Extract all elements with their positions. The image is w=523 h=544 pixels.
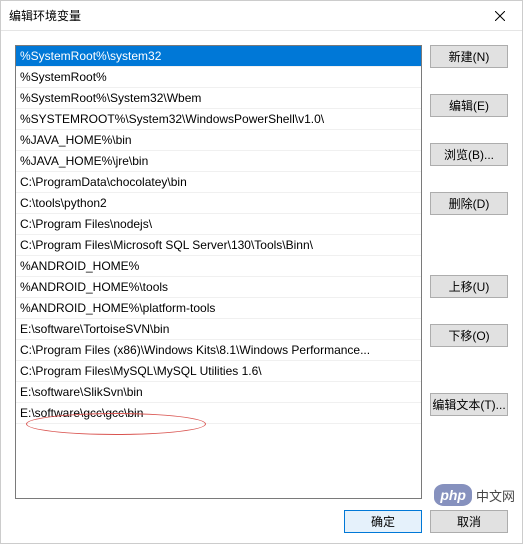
- browse-button[interactable]: 浏览(B)...: [430, 143, 508, 166]
- list-item[interactable]: E:\software\SlikSvn\bin: [16, 382, 421, 403]
- list-item[interactable]: C:\tools\python2: [16, 193, 421, 214]
- spacer: [430, 221, 508, 269]
- content-area: %SystemRoot%\system32 %SystemRoot% %Syst…: [1, 31, 522, 499]
- close-icon: [495, 11, 505, 21]
- spacer: [430, 74, 508, 88]
- button-sidebar: 新建(N) 编辑(E) 浏览(B)... 删除(D) 上移(U) 下移(O) 编…: [430, 45, 508, 499]
- list-item[interactable]: %SystemRoot%\system32: [16, 46, 421, 67]
- path-listbox[interactable]: %SystemRoot%\system32 %SystemRoot% %Syst…: [15, 45, 422, 499]
- list-item[interactable]: %SystemRoot%\System32\Wbem: [16, 88, 421, 109]
- list-item[interactable]: %SystemRoot%: [16, 67, 421, 88]
- dialog-window: 编辑环境变量 %SystemRoot%\system32 %SystemRoot…: [0, 0, 523, 544]
- list-item[interactable]: %SYSTEMROOT%\System32\WindowsPowerShell\…: [16, 109, 421, 130]
- window-title: 编辑环境变量: [9, 7, 81, 24]
- edit-text-button[interactable]: 编辑文本(T)...: [430, 393, 508, 416]
- spacer: [430, 172, 508, 186]
- list-item[interactable]: E:\software\gcc\gcc\bin: [16, 403, 421, 424]
- spacer: [430, 123, 508, 137]
- list-item[interactable]: C:\ProgramData\chocolatey\bin: [16, 172, 421, 193]
- list-item[interactable]: %ANDROID_HOME%\tools: [16, 277, 421, 298]
- cancel-button[interactable]: 取消: [430, 510, 508, 533]
- edit-button[interactable]: 编辑(E): [430, 94, 508, 117]
- close-button[interactable]: [477, 1, 522, 30]
- new-button[interactable]: 新建(N): [430, 45, 508, 68]
- footer: 确定 取消: [1, 499, 522, 543]
- move-up-button[interactable]: 上移(U): [430, 275, 508, 298]
- list-item[interactable]: %JAVA_HOME%\jre\bin: [16, 151, 421, 172]
- spacer: [430, 304, 508, 318]
- list-item[interactable]: E:\software\TortoiseSVN\bin: [16, 319, 421, 340]
- move-down-button[interactable]: 下移(O): [430, 324, 508, 347]
- list-item[interactable]: C:\Program Files\nodejs\: [16, 214, 421, 235]
- list-item[interactable]: %JAVA_HOME%\bin: [16, 130, 421, 151]
- spacer: [430, 353, 508, 387]
- ok-button[interactable]: 确定: [344, 510, 422, 533]
- list-item[interactable]: C:\Program Files\Microsoft SQL Server\13…: [16, 235, 421, 256]
- titlebar: 编辑环境变量: [1, 1, 522, 31]
- list-item[interactable]: %ANDROID_HOME%\platform-tools: [16, 298, 421, 319]
- delete-button[interactable]: 删除(D): [430, 192, 508, 215]
- list-item[interactable]: C:\Program Files\MySQL\MySQL Utilities 1…: [16, 361, 421, 382]
- list-item[interactable]: C:\Program Files (x86)\Windows Kits\8.1\…: [16, 340, 421, 361]
- list-item[interactable]: %ANDROID_HOME%: [16, 256, 421, 277]
